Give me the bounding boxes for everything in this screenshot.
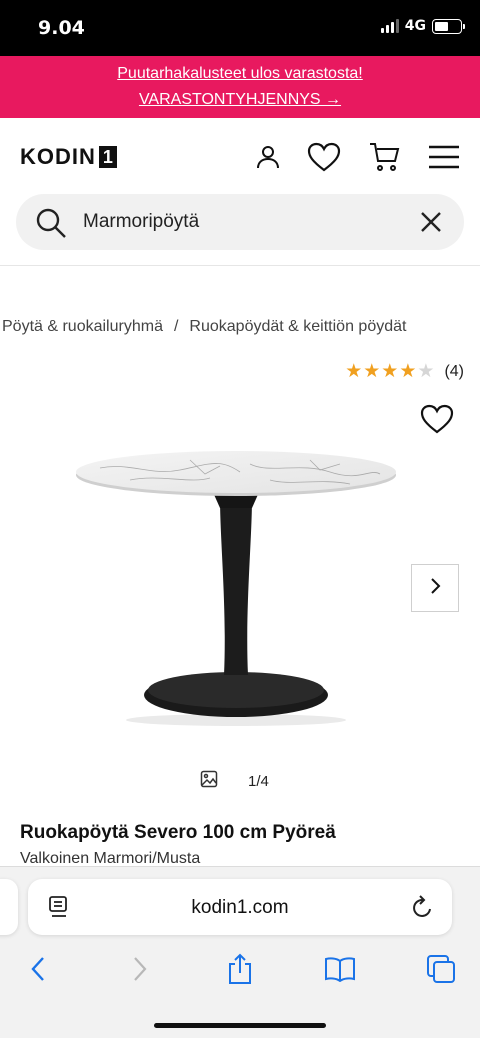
product-title: Ruokapöytä Severo 100 cm Pyöreä — [20, 822, 336, 843]
status-bar: 9.04 4G — [0, 0, 480, 56]
site-header: KODIN 1 — [0, 118, 480, 194]
promo-link[interactable]: VARASTONTYHJENNYS → — [0, 87, 480, 113]
address-bar[interactable]: kodin1.com — [28, 879, 452, 935]
account-icon[interactable] — [249, 138, 287, 176]
close-icon[interactable] — [420, 211, 442, 238]
browser-toolbar: kodin1.com — [0, 866, 480, 1038]
logo[interactable]: KODIN 1 — [20, 144, 117, 170]
bookmarks-icon[interactable] — [322, 951, 358, 987]
breadcrumb-item[interactable]: Ruokapöydät & keittiön pöydät — [189, 318, 406, 335]
battery-icon — [432, 18, 465, 34]
status-indicators: 4G — [380, 18, 465, 34]
image-icon[interactable] — [200, 770, 218, 792]
next-image-button[interactable] — [411, 564, 459, 612]
logo-number: 1 — [98, 146, 117, 168]
back-icon[interactable] — [20, 951, 56, 987]
reload-icon[interactable] — [412, 895, 434, 924]
breadcrumb-separator: / — [173, 318, 179, 335]
url-text[interactable]: kodin1.com — [28, 897, 452, 919]
gallery-info: 1/4 — [200, 770, 269, 792]
cart-icon[interactable] — [365, 138, 403, 176]
signal-icon — [380, 19, 399, 33]
search-icon[interactable] — [34, 206, 68, 245]
image-counter: 1/4 — [248, 772, 269, 790]
star-icon: ★ — [345, 361, 363, 382]
search-bar[interactable]: Marmoripöytä — [16, 194, 464, 250]
promo-text[interactable]: Puutarhakalusteet ulos varastosta! — [0, 61, 480, 87]
logo-text: KODIN — [20, 144, 96, 169]
star-icon: ★ — [381, 361, 399, 382]
network-type: 4G — [404, 18, 426, 34]
promo-banner[interactable]: Puutarhakalusteet ulos varastosta! VARAS… — [0, 56, 480, 118]
product-rating[interactable]: ★ ★ ★ ★ ★ (4) — [345, 362, 464, 382]
home-indicator — [154, 1023, 326, 1028]
share-icon[interactable] — [222, 951, 258, 987]
rating-stars: ★ ★ ★ ★ ★ — [345, 362, 434, 382]
search-input[interactable]: Marmoripöytä — [83, 211, 199, 233]
menu-icon[interactable] — [425, 138, 463, 176]
status-time: 9.04 — [38, 17, 85, 39]
star-icon: ★ — [417, 361, 435, 382]
heart-icon[interactable] — [305, 138, 343, 176]
star-icon: ★ — [363, 361, 381, 382]
breadcrumb-item[interactable]: Pöytä & ruokailuryhmä — [2, 318, 163, 335]
divider — [0, 265, 480, 266]
forward-icon[interactable] — [122, 951, 158, 987]
star-icon: ★ — [399, 361, 417, 382]
heart-outline-icon[interactable] — [420, 404, 454, 439]
breadcrumb: Pöytä & ruokailuryhmä / Ruokapöydät & keit… — [2, 318, 406, 336]
previous-tab[interactable] — [0, 879, 18, 935]
product-image[interactable] — [70, 450, 410, 730]
tabs-icon[interactable] — [423, 951, 459, 987]
review-count[interactable]: (4) — [444, 363, 464, 381]
chevron-right-icon — [428, 577, 442, 600]
